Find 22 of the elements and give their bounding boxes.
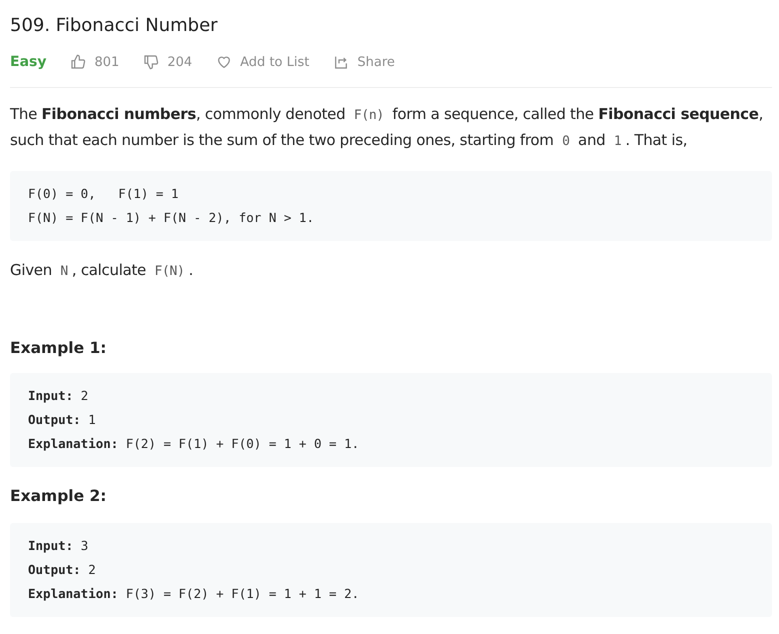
code-line: Input: 2 [28, 387, 90, 405]
share-button[interactable]: Share [333, 54, 395, 70]
thumbs-up-icon [70, 54, 86, 70]
code-line: Input: 3 [28, 537, 90, 555]
code-line: Output: 1 [28, 411, 97, 429]
difficulty-label: Easy [10, 54, 46, 70]
heart-icon [216, 54, 232, 70]
problem-title: 509. Fibonacci Number [10, 14, 219, 38]
code-line: Output: 2 [28, 561, 97, 579]
thumbs-down-icon [143, 54, 160, 70]
dislike-button[interactable]: 204 [143, 54, 192, 70]
example-heading: Example 1: [10, 339, 108, 357]
add-to-list-button[interactable]: Add to List [216, 54, 310, 70]
paragraph: Given N , calculate F(N) . [10, 260, 194, 281]
code-line: Explanation: F(2) = F(1) + F(0) = 1 + 0 = 1. [28, 435, 360, 453]
code-line: F(N) = F(N - 1) + F(N - 2), for N > 1. [28, 209, 315, 227]
like-button[interactable]: 801 [70, 54, 120, 70]
code-line: Explanation: F(3) = F(2) + F(1) = 1 + 1 = 2. [28, 585, 360, 603]
code-line: F(0) = 0, F(1) = 1 [28, 185, 180, 203]
paragraph: The Fibonacci numbers, commonly denoted F(n) form a sequence, called the Fibonacci sequence, such that each number is the sum of the two preceding ones, starting from 0 and 1 . That is, [10, 104, 764, 151]
example-heading: Example 2: [10, 487, 108, 505]
share-icon [333, 54, 350, 70]
